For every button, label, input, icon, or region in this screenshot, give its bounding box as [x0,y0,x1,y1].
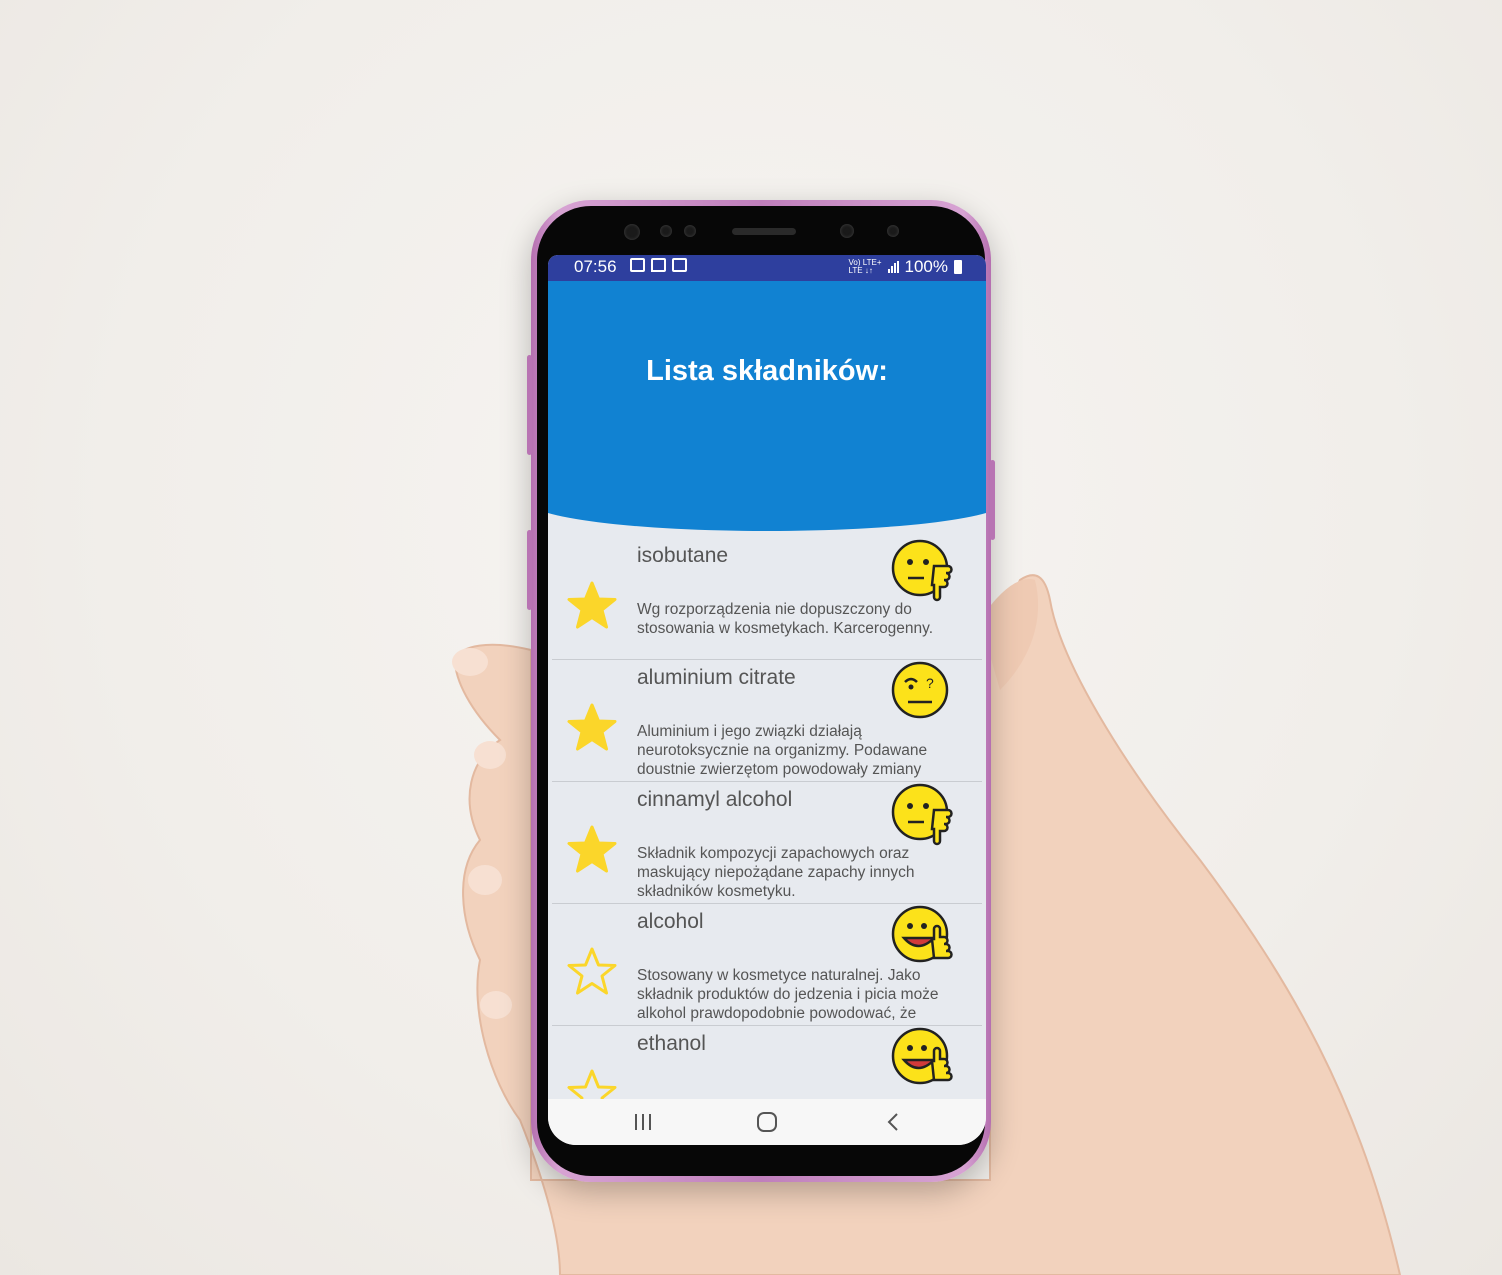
confused-face-icon: ? [891,661,949,719]
back-button[interactable] [882,1111,904,1133]
power-button [990,460,995,540]
thumbs-down-face-icon [891,539,953,602]
thumbs-up-face-icon [891,905,953,963]
navigation-bar [548,1099,986,1145]
svg-text:?: ? [926,675,934,691]
ingredient-name: alcohol [637,910,704,933]
star-filled-icon[interactable] [566,702,618,752]
volume-button [527,355,532,455]
battery-icon [954,260,962,274]
ingredient-name: aluminium citrate [637,666,796,689]
status-bar: 07:56 Vo) LTE+ LTE ↓↑ 100% [548,255,986,281]
star-filled-icon[interactable] [566,824,618,874]
ingredient-description: Aluminium i jego związki działają neurot… [637,723,928,778]
earpiece-speaker [732,228,796,235]
ingredient-name: isobutane [637,544,729,567]
header-banner [548,281,986,531]
page-title: Lista składników: [646,355,888,387]
network-indicator: Vo) LTE+ LTE ↓↑ [848,258,882,275]
phone-frame: 07:56 Vo) LTE+ LTE ↓↑ 100% Lista składni… [527,200,995,1182]
sensor [624,224,640,240]
sensor [660,225,672,237]
list-item[interactable]: cinnamyl alcohol Składnik kompozycji zapa… [552,782,982,904]
battery-percent: 100% [904,257,948,276]
signal-icon [887,261,899,273]
ingredient-description: Składnik kompozycji zapachowych oraz mas… [637,845,915,900]
app-screen: 07:56 Vo) LTE+ LTE ↓↑ 100% Lista składni… [548,255,986,1145]
front-camera [840,224,854,238]
home-button[interactable] [756,1111,778,1133]
gallery-icon [630,258,645,272]
recent-apps-button[interactable] [632,1111,654,1133]
star-outline-icon[interactable] [566,946,618,996]
list-item[interactable]: aluminium citrate Aluminium i jego związk… [552,660,982,782]
message-icon [651,258,666,272]
ingredient-name: cinnamyl alcohol [637,788,793,811]
star-filled-icon[interactable] [566,580,618,630]
list-item[interactable]: alcohol Stosowany w kosmetyce naturalnej.… [552,904,982,1026]
ingredient-name: ethanol [637,1032,706,1055]
phone-bezel: 07:56 Vo) LTE+ LTE ↓↑ 100% Lista składni… [537,206,986,1176]
sensor [684,225,696,237]
thumbs-down-face-icon [891,783,953,846]
ingredient-description: Stosowany w kosmetyce naturalnej. Jako s… [637,967,939,1022]
mail-icon [672,258,687,272]
thumbs-up-face-icon [891,1027,953,1085]
ingredient-list[interactable]: isobutane Wg rozporządzenia nie dopuszczo… [548,538,986,1145]
sensor [887,225,899,237]
ingredient-description: Wg rozporządzenia nie dopuszczony do sto… [637,601,934,637]
bixby-button [527,530,532,610]
status-time: 07:56 [574,257,617,276]
list-item[interactable]: isobutane Wg rozporządzenia nie dopuszczo… [552,538,982,660]
